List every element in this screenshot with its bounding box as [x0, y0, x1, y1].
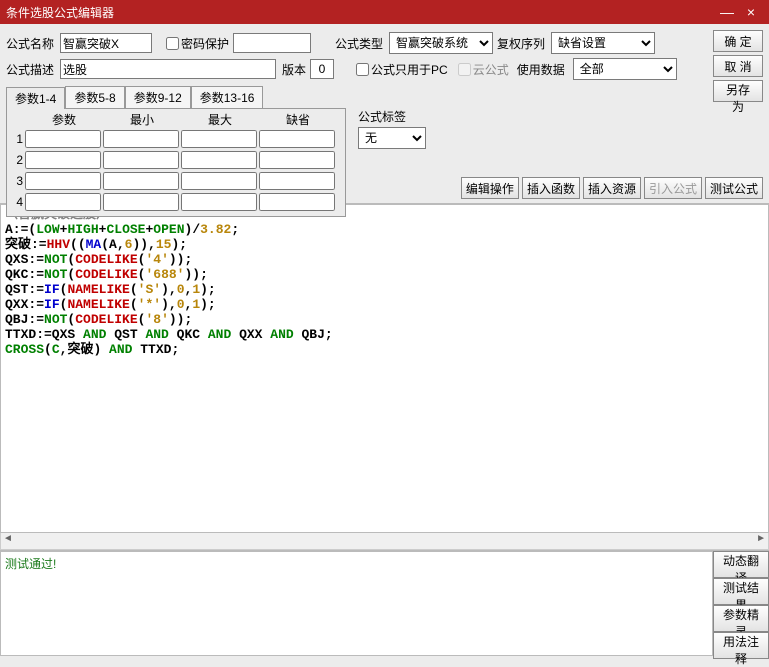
top-form: 公式名称 密码保护 公式类型 智赢突破系统 复权序列 缺省设置 公式描述 版本 …: [0, 24, 769, 204]
param-max-input[interactable]: [181, 172, 257, 190]
usage-button[interactable]: 用法注释: [713, 632, 769, 659]
editop-button[interactable]: 编辑操作: [461, 177, 519, 199]
param-max-input[interactable]: [181, 193, 257, 211]
dyntrans-button[interactable]: 动态翻译: [713, 551, 769, 578]
param-rownum: 3: [11, 174, 25, 188]
saveas-button[interactable]: 另存为: [713, 80, 763, 102]
label-fuquan: 复权序列: [497, 35, 547, 52]
param-name-input[interactable]: [25, 193, 101, 211]
param-rownum: 1: [11, 132, 25, 146]
result-output: 测试通过!: [0, 551, 713, 656]
param-header-def: 缺省: [259, 111, 337, 128]
close-icon[interactable]: ×: [739, 4, 763, 20]
paramwiz-button[interactable]: 参数精灵: [713, 605, 769, 632]
label-version: 版本: [282, 61, 306, 78]
param-min-input[interactable]: [103, 193, 179, 211]
ftype-select[interactable]: 智赢突破系统: [389, 32, 493, 54]
label-ftype: 公式类型: [335, 35, 385, 52]
tab-params-9-12[interactable]: 参数9-12: [125, 86, 191, 108]
param-header-name: 参数: [25, 111, 103, 128]
cancel-button[interactable]: 取 消: [713, 55, 763, 77]
label-desc: 公式描述: [6, 61, 56, 78]
param-tabs: 参数1-4 参数5-8 参数9-12 参数13-16: [6, 86, 763, 108]
name-input[interactable]: [60, 33, 152, 53]
pconly-checkbox[interactable]: 公式只用于PC: [356, 61, 448, 78]
param-name-input[interactable]: [25, 172, 101, 190]
param-header-min: 最小: [103, 111, 181, 128]
minimize-icon[interactable]: —: [715, 4, 739, 20]
formula-tag-group: 公式标签 无: [358, 108, 426, 149]
param-def-input[interactable]: [259, 193, 335, 211]
param-def-input[interactable]: [259, 130, 335, 148]
param-rownum: 4: [11, 195, 25, 209]
label-usedata: 使用数据: [517, 61, 569, 78]
usedata-select[interactable]: 全部: [573, 58, 677, 80]
insres-button[interactable]: 插入资源: [583, 177, 641, 199]
tab-params-1-4[interactable]: 参数1-4: [6, 87, 65, 109]
fuquan-select[interactable]: 缺省设置: [551, 32, 655, 54]
window-title: 条件选股公式编辑器: [6, 4, 715, 21]
label-name: 公式名称: [6, 35, 56, 52]
param-def-input[interactable]: [259, 151, 335, 169]
tab-params-13-16[interactable]: 参数13-16: [191, 86, 264, 108]
label-ftag: 公式标签: [358, 108, 426, 125]
param-min-input[interactable]: [103, 172, 179, 190]
ok-button[interactable]: 确 定: [713, 30, 763, 52]
pwdprotect-checkbox[interactable]: 密码保护: [166, 35, 229, 52]
pwd-input[interactable]: [233, 33, 311, 53]
param-name-input[interactable]: [25, 151, 101, 169]
version-input[interactable]: [310, 59, 334, 79]
insfunc-button[interactable]: 插入函数: [522, 177, 580, 199]
cloud-checkbox: 云公式: [458, 61, 509, 78]
param-max-input[interactable]: [181, 130, 257, 148]
param-def-input[interactable]: [259, 172, 335, 190]
param-min-input[interactable]: [103, 151, 179, 169]
param-header-max: 最大: [181, 111, 259, 128]
testres-button[interactable]: 测试结果: [713, 578, 769, 605]
import-button[interactable]: 引入公式: [644, 177, 702, 199]
param-name-input[interactable]: [25, 130, 101, 148]
param-min-input[interactable]: [103, 130, 179, 148]
param-max-input[interactable]: [181, 151, 257, 169]
code-editor[interactable]: 〈智赢突破选股〉 A:=(LOW+HIGH+CLOSE+OPEN)/3.82; …: [0, 204, 769, 533]
horizontal-scrollbar[interactable]: [0, 533, 769, 550]
desc-input[interactable]: [60, 59, 276, 79]
param-grid: 参数 最小 最大 缺省 1 2 3 4: [6, 108, 346, 217]
ftag-select[interactable]: 无: [358, 127, 426, 149]
param-rownum: 2: [11, 153, 25, 167]
titlebar: 条件选股公式编辑器 — ×: [0, 0, 769, 24]
test-button[interactable]: 测试公式: [705, 177, 763, 199]
tab-params-5-8[interactable]: 参数5-8: [65, 86, 124, 108]
